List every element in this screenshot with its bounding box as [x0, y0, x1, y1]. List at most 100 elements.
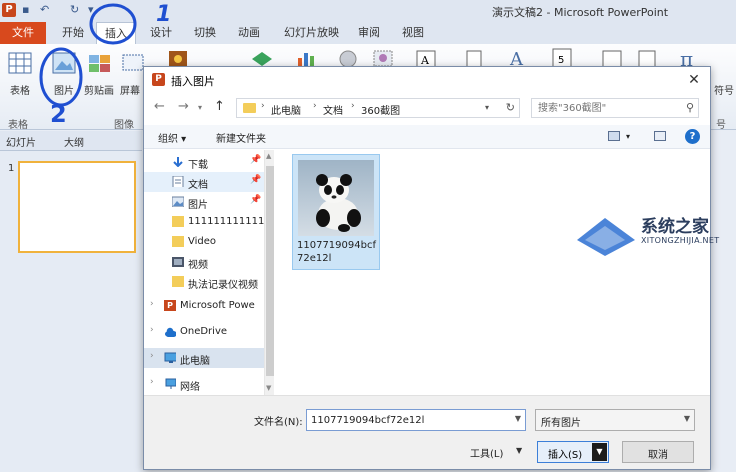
- breadcrumb-360-screenshots[interactable]: 360截图: [361, 102, 400, 117]
- pin-icon: 📌: [250, 175, 262, 185]
- nav-item-recorder-videos[interactable]: 执法记录仪视频: [144, 272, 264, 292]
- chevron-down-icon[interactable]: ▼: [515, 414, 521, 423]
- save-icon[interactable]: ▪: [22, 3, 29, 16]
- organize-button[interactable]: 组织 ▾: [158, 130, 186, 145]
- breadcrumb-this-pc[interactable]: 此电脑: [271, 102, 301, 117]
- chevron-down-icon[interactable]: ▾: [485, 103, 489, 112]
- nav-item-onedrive[interactable]: › OneDrive: [144, 322, 264, 342]
- tab-home[interactable]: 开始: [62, 22, 84, 44]
- slide-number: 1: [8, 163, 15, 174]
- forward-icon[interactable]: →: [178, 99, 189, 114]
- back-icon[interactable]: ←: [154, 99, 165, 114]
- cancel-button[interactable]: 取消: [622, 441, 694, 463]
- insert-options-dropdown-icon[interactable]: ▼: [592, 443, 607, 461]
- refresh-icon[interactable]: ↻: [506, 101, 515, 114]
- file-type-filter[interactable]: 所有图片 ▼: [535, 409, 695, 431]
- folder-icon: [172, 216, 184, 227]
- watermark-text: 系统之家: [641, 217, 709, 237]
- nav-item-video-folder[interactable]: Video: [144, 232, 264, 252]
- file-type-value: 所有图片: [541, 418, 581, 429]
- symbol-button[interactable]: 符号: [714, 82, 734, 97]
- chevron-right-icon[interactable]: ›: [150, 377, 154, 387]
- search-input[interactable]: [532, 99, 672, 117]
- recent-locations-icon[interactable]: ▾: [198, 103, 202, 112]
- nav-item-videos[interactable]: 视频: [144, 252, 264, 272]
- navigation-scrollbar[interactable]: ▲ ▼: [264, 150, 274, 395]
- redo-icon[interactable]: ↻: [70, 3, 79, 16]
- tab-review[interactable]: 审阅: [358, 22, 380, 44]
- address-row: ← → ▾ ↑ › 此电脑 › 文档 › 360截图 ▾ ↻ ⚲: [144, 95, 710, 121]
- search-icon[interactable]: ⚲: [686, 101, 694, 114]
- slide-pane: 1: [0, 151, 142, 472]
- table-button[interactable]: 表格: [10, 82, 30, 97]
- tools-button[interactable]: 工具(L) ▼: [466, 441, 528, 463]
- nav-item-label: 下载: [188, 160, 208, 171]
- nav-item-folder[interactable]: 111111111111: [144, 212, 264, 232]
- help-icon[interactable]: ?: [685, 129, 700, 144]
- video-folder-icon: [172, 257, 184, 267]
- action-icon[interactable]: [372, 48, 394, 68]
- group-symbol-label: 号: [716, 120, 726, 131]
- powerpoint-icon: P: [164, 300, 176, 311]
- nav-item-documents[interactable]: 文档 📌: [144, 172, 264, 192]
- scroll-thumb[interactable]: [266, 166, 274, 376]
- file-item[interactable]: 1107719094bcf72e12l: [292, 154, 380, 270]
- chevron-right-icon[interactable]: ›: [150, 299, 154, 309]
- up-icon[interactable]: ↑: [214, 99, 225, 114]
- new-folder-button[interactable]: 新建文件夹: [216, 130, 266, 145]
- undo-icon[interactable]: ↶: [40, 3, 49, 16]
- computer-icon: [164, 352, 176, 363]
- chevron-down-icon[interactable]: ▾: [626, 132, 630, 141]
- address-bar[interactable]: › 此电脑 › 文档 › 360截图 ▾ ↻: [236, 98, 520, 118]
- tab-transitions[interactable]: 切换: [194, 22, 216, 44]
- scroll-down-icon[interactable]: ▼: [266, 384, 271, 392]
- clipart-button[interactable]: 剪贴画: [84, 82, 114, 97]
- navigation-pane: 下载 📌 文档 📌 图片 📌 111111111111 Video 视频 执法记…: [144, 150, 274, 395]
- tab-slides[interactable]: 幻灯片: [6, 134, 36, 149]
- screenshot-button[interactable]: 屏幕: [120, 82, 140, 97]
- nav-item-downloads[interactable]: 下载 📌: [144, 152, 264, 172]
- cloud-icon: [165, 327, 176, 337]
- customize-qat-icon[interactable]: ▾: [88, 3, 94, 16]
- nav-item-label: 视频: [188, 260, 208, 271]
- chevron-down-icon: ▼: [516, 446, 523, 455]
- chevron-right-icon: ›: [313, 101, 317, 111]
- panda-thumbnail: [298, 160, 374, 236]
- picture-button[interactable]: 图片: [54, 82, 74, 97]
- file-name: 1107719094bcf72e12l: [297, 240, 376, 264]
- breadcrumb-documents[interactable]: 文档: [323, 102, 343, 117]
- insert-button[interactable]: 插入(S) ▼: [537, 441, 609, 463]
- preview-pane-icon[interactable]: [654, 131, 666, 141]
- filename-input[interactable]: [307, 410, 503, 430]
- nav-item-this-pc[interactable]: › 此电脑: [144, 348, 264, 368]
- picture-icon[interactable]: [52, 52, 76, 74]
- file-tab[interactable]: 文件: [0, 22, 46, 44]
- nav-item-label: 网络: [180, 382, 200, 393]
- screenshot-icon[interactable]: [122, 52, 144, 74]
- chevron-down-icon[interactable]: ▼: [684, 414, 690, 423]
- clipart-icon[interactable]: [88, 52, 112, 74]
- tab-slideshow[interactable]: 幻灯片放映: [284, 22, 339, 44]
- tab-design[interactable]: 设计: [150, 22, 172, 44]
- folder-icon: [172, 236, 184, 247]
- tab-outline[interactable]: 大纲: [64, 134, 84, 149]
- tab-animations[interactable]: 动画: [238, 22, 260, 44]
- nav-item-pictures[interactable]: 图片 📌: [144, 192, 264, 212]
- chevron-right-icon[interactable]: ›: [150, 351, 154, 361]
- chevron-right-icon[interactable]: ›: [150, 325, 154, 335]
- slide-pane-tabs: 幻灯片 大纲: [0, 131, 142, 151]
- nav-item-microsoft-powerpoint[interactable]: › P Microsoft Powe: [144, 296, 264, 316]
- slide-thumbnail[interactable]: [18, 161, 136, 253]
- view-options-icon[interactable]: [608, 131, 620, 141]
- nav-item-network[interactable]: › 网络: [144, 374, 264, 394]
- tab-view[interactable]: 视图: [402, 22, 424, 44]
- wordart-icon[interactable]: A: [508, 48, 528, 68]
- date-time-icon[interactable]: 5: [552, 48, 572, 68]
- table-icon[interactable]: [8, 52, 32, 74]
- tab-insert[interactable]: 插入: [96, 22, 136, 44]
- panda-image: [298, 160, 374, 236]
- scroll-up-icon[interactable]: ▲: [266, 152, 271, 160]
- nav-item-label: 文档: [188, 180, 208, 191]
- close-icon[interactable]: ✕: [684, 70, 704, 90]
- folder-icon: [172, 276, 184, 287]
